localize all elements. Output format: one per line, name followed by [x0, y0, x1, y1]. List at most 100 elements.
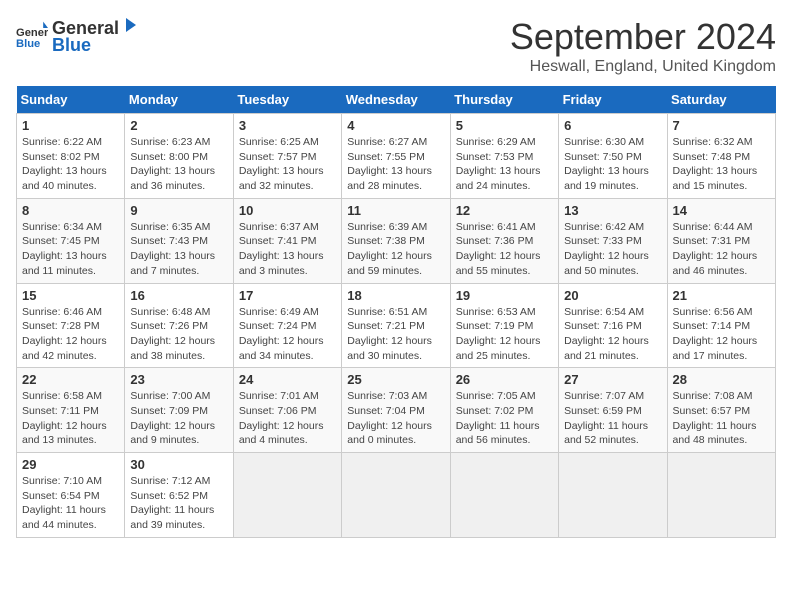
calendar-cell: 10 Sunrise: 6:37 AMSunset: 7:41 PMDaylig…: [233, 198, 341, 283]
day-info: Sunrise: 6:35 AMSunset: 7:43 PMDaylight:…: [130, 220, 227, 279]
day-info: Sunrise: 6:49 AMSunset: 7:24 PMDaylight:…: [239, 305, 336, 364]
col-wednesday: Wednesday: [342, 86, 450, 114]
day-number: 24: [239, 372, 336, 387]
calendar-cell: 15 Sunrise: 6:46 AMSunset: 7:28 PMDaylig…: [17, 283, 125, 368]
day-number: 25: [347, 372, 444, 387]
day-number: 19: [456, 288, 553, 303]
day-number: 26: [456, 372, 553, 387]
day-info: Sunrise: 6:37 AMSunset: 7:41 PMDaylight:…: [239, 220, 336, 279]
day-number: 1: [22, 118, 119, 133]
calendar-cell: 11 Sunrise: 6:39 AMSunset: 7:38 PMDaylig…: [342, 198, 450, 283]
day-number: 28: [673, 372, 770, 387]
location-title: Heswall, England, United Kingdom: [510, 58, 776, 76]
day-info: Sunrise: 6:53 AMSunset: 7:19 PMDaylight:…: [456, 305, 553, 364]
day-info: Sunrise: 7:08 AMSunset: 6:57 PMDaylight:…: [673, 389, 770, 448]
day-number: 8: [22, 203, 119, 218]
day-number: 15: [22, 288, 119, 303]
day-info: Sunrise: 6:34 AMSunset: 7:45 PMDaylight:…: [22, 220, 119, 279]
day-number: 4: [347, 118, 444, 133]
calendar-cell: 29 Sunrise: 7:10 AMSunset: 6:54 PMDaylig…: [17, 453, 125, 538]
calendar-cell: 3 Sunrise: 6:25 AMSunset: 7:57 PMDayligh…: [233, 114, 341, 199]
day-number: 27: [564, 372, 661, 387]
day-number: 6: [564, 118, 661, 133]
calendar-cell: [450, 453, 558, 538]
day-info: Sunrise: 7:03 AMSunset: 7:04 PMDaylight:…: [347, 389, 444, 448]
day-info: Sunrise: 6:42 AMSunset: 7:33 PMDaylight:…: [564, 220, 661, 279]
day-number: 11: [347, 203, 444, 218]
calendar-cell: 20 Sunrise: 6:54 AMSunset: 7:16 PMDaylig…: [559, 283, 667, 368]
day-info: Sunrise: 7:01 AMSunset: 7:06 PMDaylight:…: [239, 389, 336, 448]
svg-text:Blue: Blue: [16, 38, 40, 50]
calendar-cell: 16 Sunrise: 6:48 AMSunset: 7:26 PMDaylig…: [125, 283, 233, 368]
day-info: Sunrise: 6:27 AMSunset: 7:55 PMDaylight:…: [347, 135, 444, 194]
day-number: 30: [130, 457, 227, 472]
day-info: Sunrise: 6:46 AMSunset: 7:28 PMDaylight:…: [22, 305, 119, 364]
day-number: 16: [130, 288, 227, 303]
day-number: 2: [130, 118, 227, 133]
day-number: 29: [22, 457, 119, 472]
day-info: Sunrise: 7:05 AMSunset: 7:02 PMDaylight:…: [456, 389, 553, 448]
day-info: Sunrise: 6:29 AMSunset: 7:53 PMDaylight:…: [456, 135, 553, 194]
svg-text:General: General: [16, 27, 48, 39]
day-info: Sunrise: 6:58 AMSunset: 7:11 PMDaylight:…: [22, 389, 119, 448]
day-info: Sunrise: 7:07 AMSunset: 6:59 PMDaylight:…: [564, 389, 661, 448]
day-info: Sunrise: 6:41 AMSunset: 7:36 PMDaylight:…: [456, 220, 553, 279]
calendar-cell: [233, 453, 341, 538]
calendar-cell: 2 Sunrise: 6:23 AMSunset: 8:00 PMDayligh…: [125, 114, 233, 199]
col-tuesday: Tuesday: [233, 86, 341, 114]
calendar-cell: 14 Sunrise: 6:44 AMSunset: 7:31 PMDaylig…: [667, 198, 775, 283]
day-number: 9: [130, 203, 227, 218]
calendar-week-5: 29 Sunrise: 7:10 AMSunset: 6:54 PMDaylig…: [17, 453, 776, 538]
calendar-week-2: 8 Sunrise: 6:34 AMSunset: 7:45 PMDayligh…: [17, 198, 776, 283]
calendar-cell: 25 Sunrise: 7:03 AMSunset: 7:04 PMDaylig…: [342, 368, 450, 453]
calendar-cell: 26 Sunrise: 7:05 AMSunset: 7:02 PMDaylig…: [450, 368, 558, 453]
calendar-cell: 17 Sunrise: 6:49 AMSunset: 7:24 PMDaylig…: [233, 283, 341, 368]
day-number: 20: [564, 288, 661, 303]
calendar-week-1: 1 Sunrise: 6:22 AMSunset: 8:02 PMDayligh…: [17, 114, 776, 199]
col-saturday: Saturday: [667, 86, 775, 114]
day-info: Sunrise: 6:44 AMSunset: 7:31 PMDaylight:…: [673, 220, 770, 279]
calendar-cell: 18 Sunrise: 6:51 AMSunset: 7:21 PMDaylig…: [342, 283, 450, 368]
day-number: 18: [347, 288, 444, 303]
day-info: Sunrise: 6:39 AMSunset: 7:38 PMDaylight:…: [347, 220, 444, 279]
day-info: Sunrise: 6:56 AMSunset: 7:14 PMDaylight:…: [673, 305, 770, 364]
calendar-cell: 22 Sunrise: 6:58 AMSunset: 7:11 PMDaylig…: [17, 368, 125, 453]
col-thursday: Thursday: [450, 86, 558, 114]
calendar-cell: [342, 453, 450, 538]
day-number: 23: [130, 372, 227, 387]
day-number: 21: [673, 288, 770, 303]
calendar-cell: 13 Sunrise: 6:42 AMSunset: 7:33 PMDaylig…: [559, 198, 667, 283]
day-number: 10: [239, 203, 336, 218]
day-number: 22: [22, 372, 119, 387]
calendar-cell: 8 Sunrise: 6:34 AMSunset: 7:45 PMDayligh…: [17, 198, 125, 283]
day-number: 12: [456, 203, 553, 218]
calendar-cell: 5 Sunrise: 6:29 AMSunset: 7:53 PMDayligh…: [450, 114, 558, 199]
month-title: September 2024: [510, 16, 776, 58]
calendar-cell: [559, 453, 667, 538]
page-header: General Blue General Blue September 2024…: [16, 16, 776, 76]
calendar-cell: 24 Sunrise: 7:01 AMSunset: 7:06 PMDaylig…: [233, 368, 341, 453]
day-number: 3: [239, 118, 336, 133]
day-info: Sunrise: 6:54 AMSunset: 7:16 PMDaylight:…: [564, 305, 661, 364]
calendar-header-row: Sunday Monday Tuesday Wednesday Thursday…: [17, 86, 776, 114]
calendar-cell: 9 Sunrise: 6:35 AMSunset: 7:43 PMDayligh…: [125, 198, 233, 283]
day-info: Sunrise: 6:30 AMSunset: 7:50 PMDaylight:…: [564, 135, 661, 194]
calendar-week-4: 22 Sunrise: 6:58 AMSunset: 7:11 PMDaylig…: [17, 368, 776, 453]
logo-icon: General Blue: [16, 20, 48, 52]
calendar-cell: 21 Sunrise: 6:56 AMSunset: 7:14 PMDaylig…: [667, 283, 775, 368]
day-number: 14: [673, 203, 770, 218]
day-info: Sunrise: 6:22 AMSunset: 8:02 PMDaylight:…: [22, 135, 119, 194]
day-number: 7: [673, 118, 770, 133]
calendar-cell: [667, 453, 775, 538]
title-section: September 2024 Heswall, England, United …: [510, 16, 776, 76]
calendar-cell: 28 Sunrise: 7:08 AMSunset: 6:57 PMDaylig…: [667, 368, 775, 453]
day-info: Sunrise: 7:12 AMSunset: 6:52 PMDaylight:…: [130, 474, 227, 533]
col-friday: Friday: [559, 86, 667, 114]
calendar-cell: 12 Sunrise: 6:41 AMSunset: 7:36 PMDaylig…: [450, 198, 558, 283]
calendar-cell: 1 Sunrise: 6:22 AMSunset: 8:02 PMDayligh…: [17, 114, 125, 199]
day-number: 17: [239, 288, 336, 303]
day-number: 13: [564, 203, 661, 218]
day-number: 5: [456, 118, 553, 133]
calendar-cell: 4 Sunrise: 6:27 AMSunset: 7:55 PMDayligh…: [342, 114, 450, 199]
calendar-cell: 19 Sunrise: 6:53 AMSunset: 7:19 PMDaylig…: [450, 283, 558, 368]
